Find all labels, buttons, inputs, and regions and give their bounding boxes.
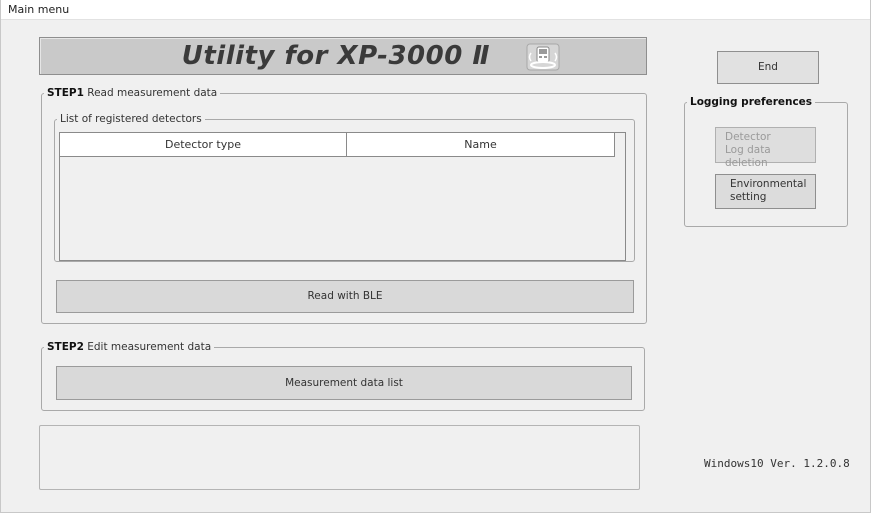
title-bar: Main menu (1, 0, 870, 20)
app-title: Utility for XP-3000 Ⅱ (181, 41, 490, 71)
table-header: Detector type Name (60, 133, 615, 157)
environmental-setting-button[interactable]: Environmental setting (715, 174, 816, 209)
env-setting-line2: setting (730, 191, 767, 203)
main-window: Main menu Utility for XP-3000 Ⅱ STEP1 Re… (0, 0, 871, 513)
device-icon (526, 43, 560, 71)
step1-legend: STEP1 Read measurement data (47, 87, 218, 99)
end-button[interactable]: End (717, 51, 819, 84)
window-title: Main menu (8, 3, 70, 16)
env-setting-line1: Environmental (730, 178, 807, 190)
logging-preferences-group: Logging preferences Detector Log data de… (684, 96, 848, 227)
step2-legend: STEP2 Edit measurement data (47, 341, 212, 353)
column-header-detector-type[interactable]: Detector type (60, 133, 347, 156)
app-banner: Utility for XP-3000 Ⅱ (39, 37, 647, 75)
step2-group: STEP2 Edit measurement data Measurement … (41, 341, 645, 411)
measurement-data-list-button[interactable]: Measurement data list (56, 366, 632, 400)
read-with-ble-button[interactable]: Read with BLE (56, 280, 634, 313)
step1-group: STEP1 Read measurement data List of regi… (41, 87, 647, 324)
registered-detectors-group: List of registered detectors Detector ty… (54, 113, 635, 262)
logging-preferences-legend: Logging preferences (690, 96, 813, 108)
detector-delete-line2: Log data deletion (725, 144, 771, 169)
message-box (39, 425, 640, 490)
detector-log-data-deletion-button[interactable]: Detector Log data deletion (715, 127, 816, 169)
registered-detectors-legend: List of registered detectors (60, 113, 202, 125)
version-label: Windows10 Ver. 1.2.0.8 (704, 457, 850, 470)
detector-delete-line1: Detector (725, 131, 771, 143)
column-header-name[interactable]: Name (347, 133, 614, 156)
detector-table[interactable]: Detector type Name (59, 132, 626, 261)
